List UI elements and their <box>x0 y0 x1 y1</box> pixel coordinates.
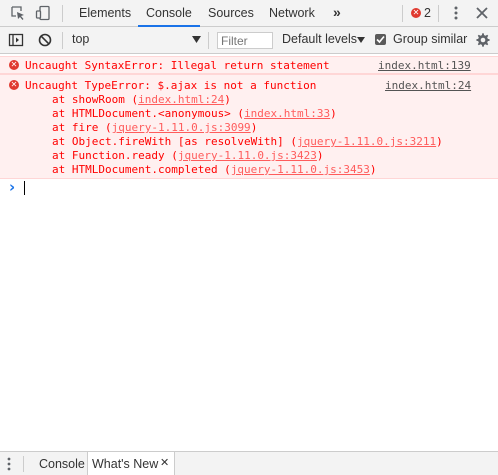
close-devtools-icon[interactable] <box>474 5 490 21</box>
context-selector-value[interactable]: top <box>72 32 89 46</box>
stack-trace-line: at Object.fireWith [as resolveWith] (jqu… <box>52 135 443 148</box>
inspect-element-icon[interactable] <box>10 5 26 21</box>
tab-network[interactable]: Network <box>269 0 315 26</box>
drawer-separator <box>23 456 24 472</box>
stack-trace-line: at fire (jquery-1.11.0.js:3099) <box>52 121 258 134</box>
error-text: Uncaught TypeError: $.ajax is not a func… <box>25 79 317 92</box>
prompt-chevron-icon: › <box>9 178 16 196</box>
drawer-tab-label: What's New <box>92 457 159 471</box>
error-icon: ✕ <box>9 60 19 70</box>
error-text: Uncaught SyntaxError: Illegal return sta… <box>25 59 330 72</box>
stack-source-link[interactable]: index.html:24 <box>138 93 224 106</box>
more-options-icon[interactable] <box>448 5 464 21</box>
log-levels-dropdown[interactable]: Default levels <box>282 32 357 46</box>
drawer-tab-console[interactable]: Console <box>39 457 85 471</box>
clear-console-icon[interactable] <box>37 32 53 48</box>
levels-dropdown-icon[interactable] <box>357 37 365 43</box>
stack-source-link[interactable]: jquery-1.11.0.js:3423 <box>178 149 317 162</box>
tabbar-separator-end <box>438 5 439 22</box>
error-count-icon[interactable]: ✕ <box>411 8 421 18</box>
console-error-message: ✕ Uncaught TypeError: $.ajax is not a fu… <box>0 74 498 179</box>
error-count[interactable]: 2 <box>424 0 431 26</box>
text-cursor <box>24 181 25 195</box>
stack-source-link[interactable]: index.html:33 <box>244 107 330 120</box>
toolbar-separator <box>62 32 63 49</box>
console-error-message: ✕ Uncaught SyntaxError: Illegal return s… <box>0 56 498 74</box>
devtools-tabbar: Elements Console Sources Network » ✕ 2 <box>0 0 498 27</box>
tab-console[interactable]: Console <box>138 0 200 27</box>
tabbar-separator-right <box>402 5 403 22</box>
toolbar-separator-2 <box>208 32 209 49</box>
stack-trace-line: at HTMLDocument.completed (jquery-1.11.0… <box>52 163 377 176</box>
stack-source-link[interactable]: jquery-1.11.0.js:3453 <box>231 163 370 176</box>
error-icon: ✕ <box>9 80 19 90</box>
tab-elements[interactable]: Elements <box>79 0 131 26</box>
drawer-menu-icon[interactable] <box>6 457 12 471</box>
console-prompt[interactable]: › <box>0 179 498 197</box>
console-settings-gear-icon[interactable] <box>475 32 491 48</box>
stack-trace-line: at HTMLDocument.<anonymous> (index.html:… <box>52 107 337 120</box>
console-filter-input[interactable] <box>217 32 273 49</box>
more-tabs-button[interactable]: » <box>333 0 341 26</box>
stack-trace-line: at showRoom (index.html:24) <box>52 93 231 106</box>
stack-source-link[interactable]: jquery-1.11.0.js:3099 <box>112 121 251 134</box>
group-similar-label: Group similar <box>393 32 468 46</box>
stack-source-link[interactable]: jquery-1.11.0.js:3211 <box>297 135 436 148</box>
drawer-tabbar: Console What's New ✕ <box>0 451 498 475</box>
close-tab-icon[interactable]: ✕ <box>160 456 169 469</box>
error-source-link[interactable]: index.html:139 <box>378 59 471 72</box>
context-dropdown-icon[interactable] <box>192 36 201 43</box>
checkmark-icon <box>376 35 385 44</box>
stack-trace-line: at Function.ready (jquery-1.11.0.js:3423… <box>52 149 324 162</box>
error-source-link[interactable]: index.html:24 <box>385 79 471 92</box>
tabbar-separator <box>62 5 63 22</box>
tab-sources[interactable]: Sources <box>208 0 254 26</box>
device-toggle-icon[interactable] <box>35 5 51 21</box>
show-sidebar-icon[interactable] <box>8 32 24 48</box>
group-similar-checkbox[interactable] <box>375 34 386 45</box>
drawer-tab-whats-new[interactable]: What's New ✕ <box>87 452 175 475</box>
